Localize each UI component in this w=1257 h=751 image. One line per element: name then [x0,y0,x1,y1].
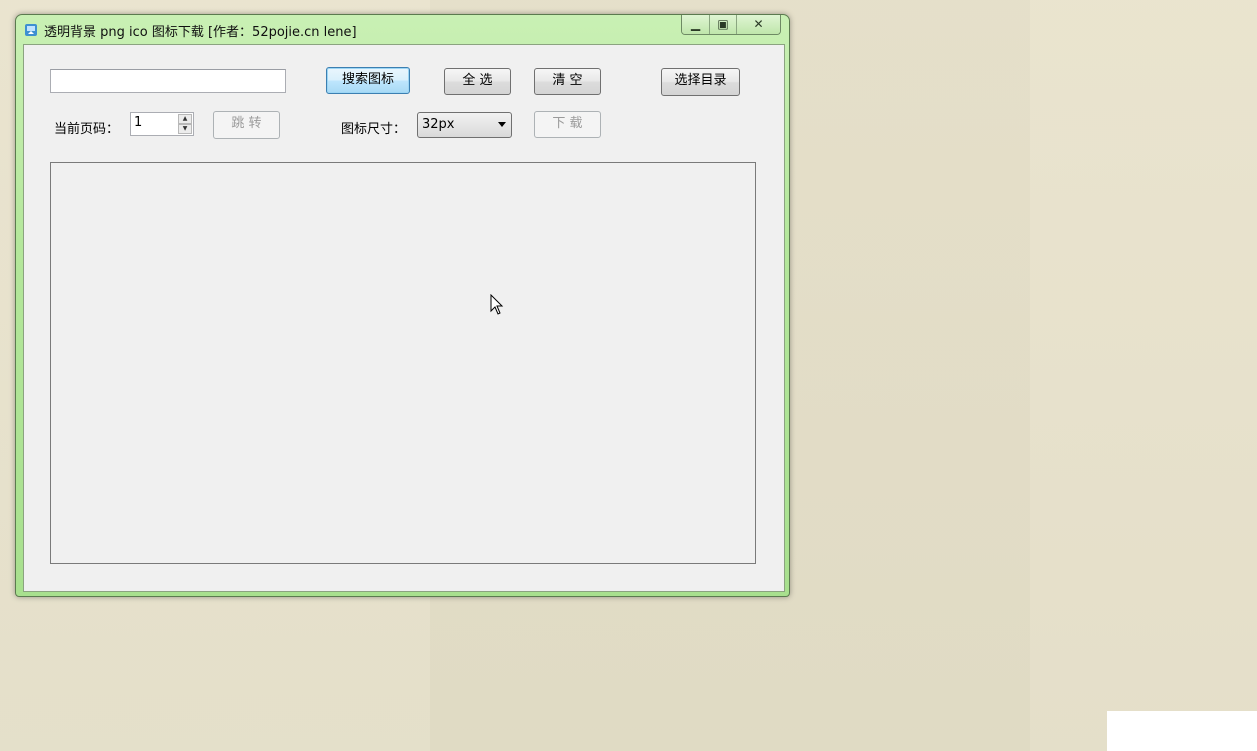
page-number-stepper[interactable]: 1 ▲ ▼ [130,112,194,136]
download-button[interactable]: 下 载 [534,111,601,138]
icon-size-select[interactable]: 32px [417,112,512,138]
window-title: 透明背景 png ico 图标下载 [作者：52pojie.cn lene] [44,25,357,40]
search-input[interactable] [50,69,286,93]
chevron-down-icon [498,122,506,127]
maximize-button[interactable]: ▣ [709,15,736,34]
stepper-arrows: ▲ ▼ [178,114,192,134]
select-all-button[interactable]: 全 选 [444,68,511,95]
step-up-icon[interactable]: ▲ [178,114,192,124]
icon-list-panel[interactable] [50,162,756,564]
minimize-icon: ▁ [690,17,701,31]
caption-buttons: ▁ ▣ ✕ [681,15,781,35]
mouse-pointer-icon [490,294,504,315]
maximize-icon: ▣ [717,17,729,31]
app-window: 透明背景 png ico 图标下载 [作者：52pojie.cn lene] ▁… [15,14,790,597]
title-bar[interactable]: 透明背景 png ico 图标下载 [作者：52pojie.cn lene] ▁… [16,15,789,43]
icon-size-label: 图标尺寸： [341,122,407,137]
close-button[interactable]: ✕ [736,15,780,34]
app-logo-icon [25,24,37,36]
choose-directory-button[interactable]: 选择目录 [661,68,740,96]
page-number-value: 1 [134,115,143,130]
icon-size-value: 32px [422,117,455,132]
client-area: 搜索图标 全 选 清 空 选择目录 当前页码： 1 ▲ ▼ 跳 转 图标尺寸： … [23,44,785,592]
close-icon: ✕ [753,17,764,31]
current-page-label: 当前页码： [54,122,120,137]
clear-button[interactable]: 清 空 [534,68,601,95]
minimize-button[interactable]: ▁ [682,15,709,34]
jump-button[interactable]: 跳 转 [213,111,280,139]
search-icons-button[interactable]: 搜索图标 [326,67,410,94]
step-down-icon[interactable]: ▼ [178,124,192,134]
desktop-white-patch [1107,711,1257,751]
